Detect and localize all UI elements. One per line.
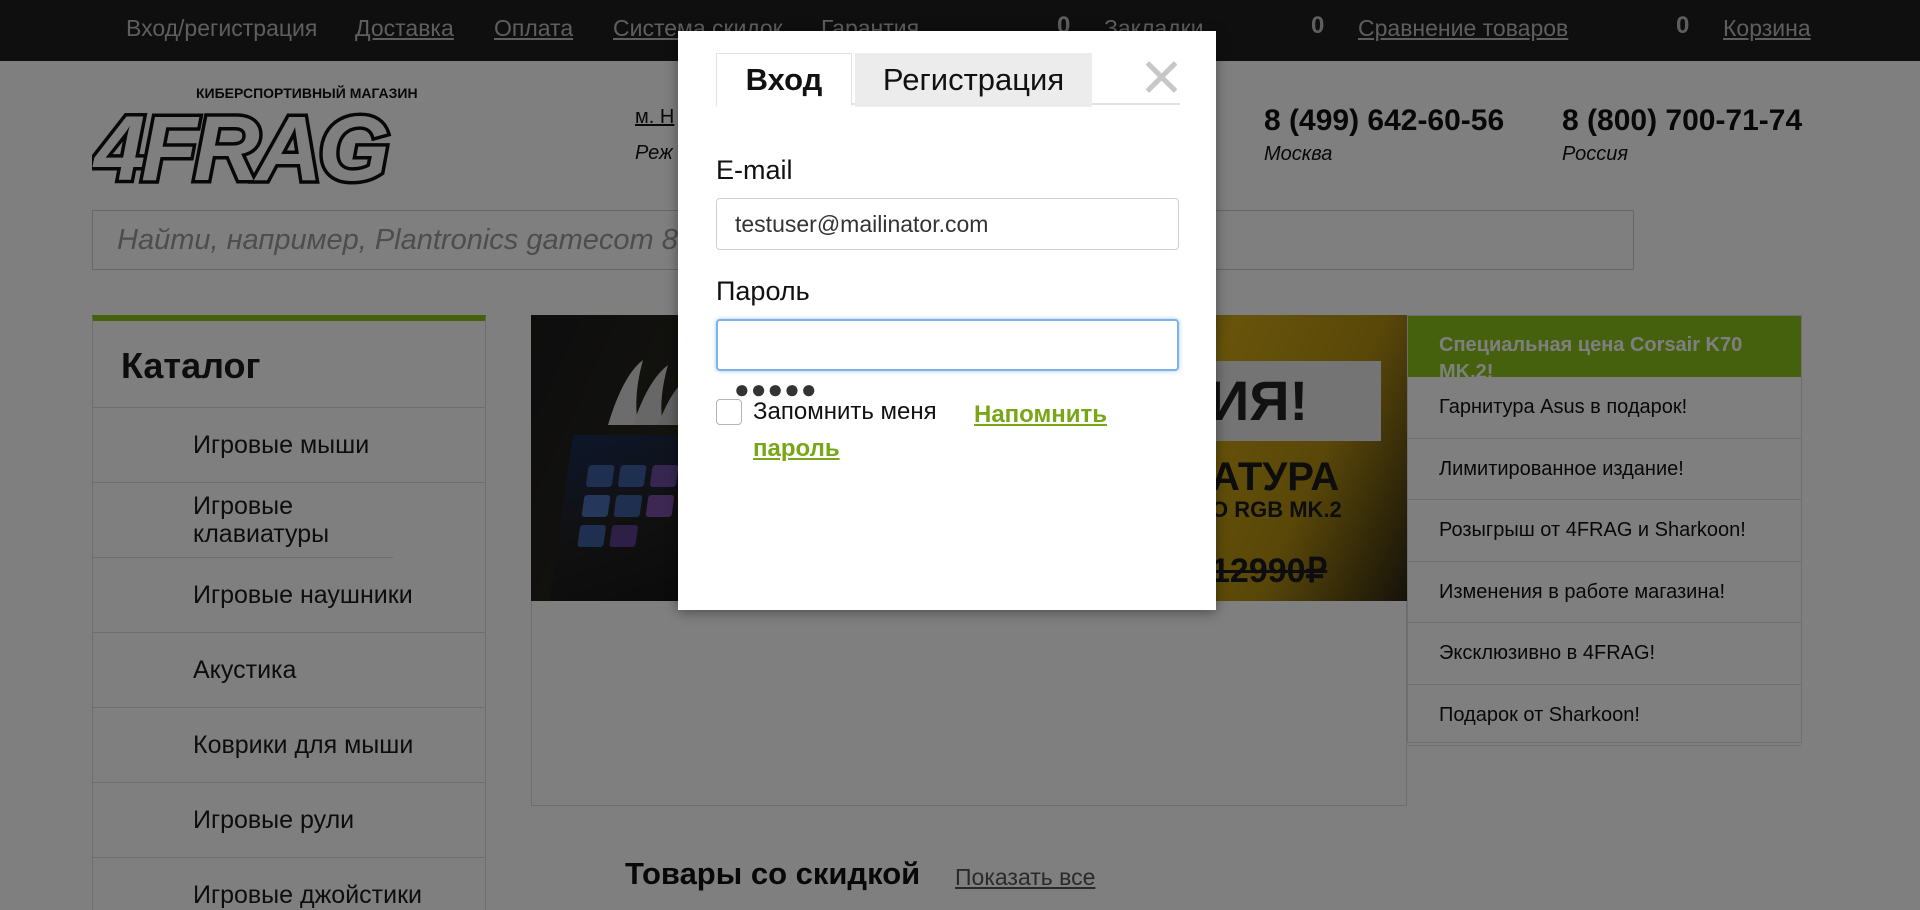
login-modal: Вход Регистрация E-mail Пароль ●●●●● Зап… [678,31,1216,610]
remember-me-checkbox[interactable] [716,399,742,425]
forgot-password-link[interactable]: Напомнить пароль [753,401,1107,462]
close-icon[interactable] [1144,59,1178,93]
tab-login[interactable]: Вход [716,53,852,107]
email-field[interactable] [716,198,1179,250]
modal-tabs: Вход Регистрация [716,53,1180,107]
tab-register[interactable]: Регистрация [855,53,1092,107]
email-label: E-mail [716,155,793,185]
password-field[interactable] [716,319,1179,371]
password-label: Пароль [716,276,810,306]
forgot-password-wrap: Напомнить пароль [753,398,1133,466]
